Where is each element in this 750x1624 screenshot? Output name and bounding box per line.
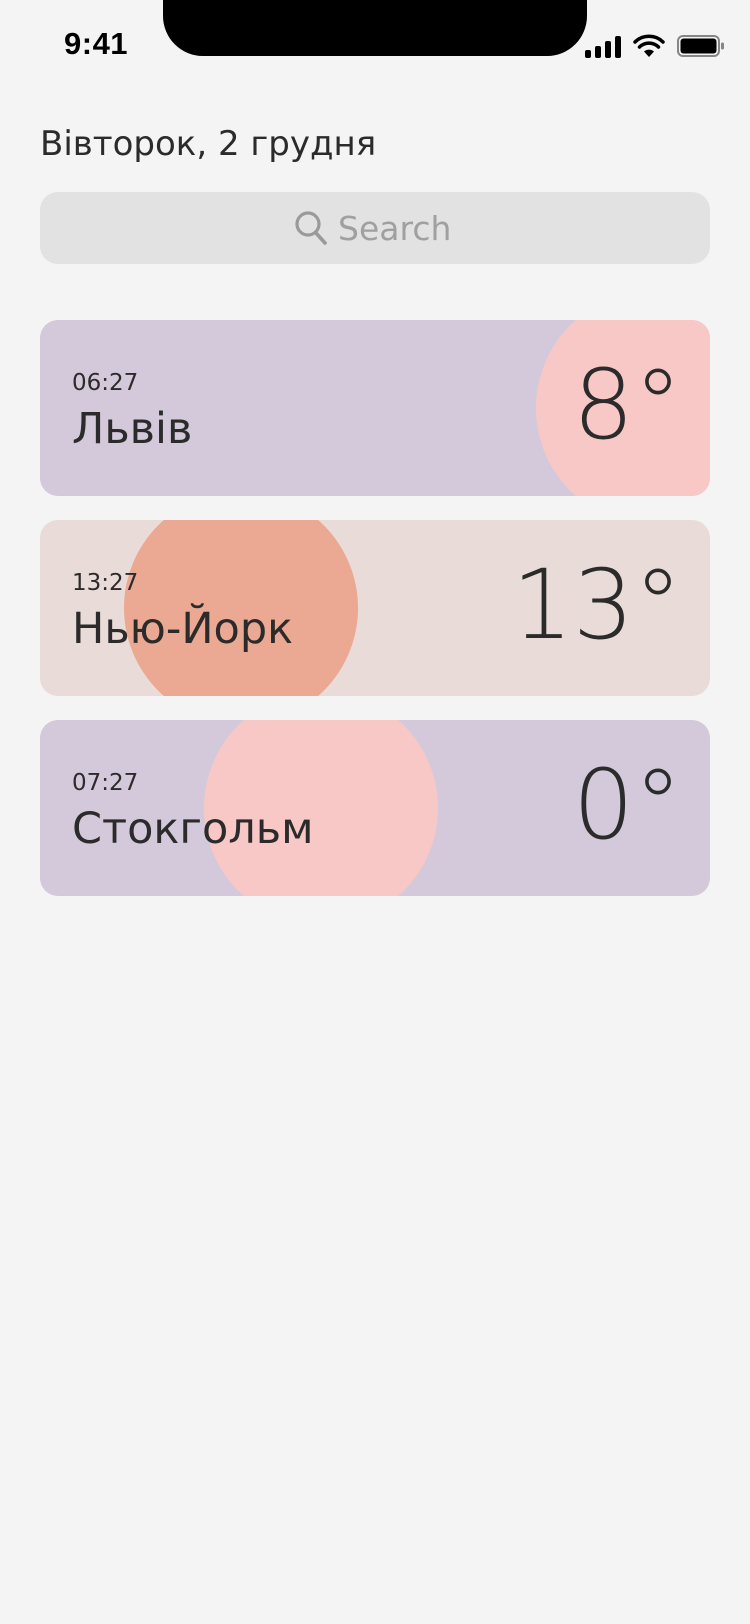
city-card-stockholm[interactable]: 07:27 Стокгольм 0° — [40, 720, 710, 896]
wifi-icon — [633, 34, 665, 57]
city-temperature: 0° — [572, 749, 682, 861]
city-time: 06:27 — [72, 370, 139, 396]
city-temperature: 8° — [572, 349, 682, 461]
city-name: Львів — [72, 404, 193, 454]
device-notch — [163, 0, 587, 56]
cellular-signal-icon — [585, 34, 621, 58]
search-icon — [295, 211, 327, 245]
battery-icon — [677, 35, 724, 57]
status-time: 9:41 — [64, 26, 129, 61]
city-time: 13:27 — [72, 570, 139, 596]
status-bar: 9:41 — [0, 0, 750, 90]
status-icons — [585, 33, 725, 59]
city-card-new-york[interactable]: 13:27 Нью-Йорк 13° — [40, 520, 710, 696]
city-name: Нью-Йорк — [72, 604, 294, 654]
search-input[interactable] — [338, 208, 456, 248]
city-name: Стокгольм — [72, 804, 314, 854]
search-bar[interactable] — [40, 192, 710, 264]
date-heading: Вівторок, 2 грудня — [40, 124, 377, 164]
city-temperature: 13° — [511, 549, 682, 661]
city-card-lviv[interactable]: 06:27 Львів 8° — [40, 320, 710, 496]
city-time: 07:27 — [72, 770, 139, 796]
